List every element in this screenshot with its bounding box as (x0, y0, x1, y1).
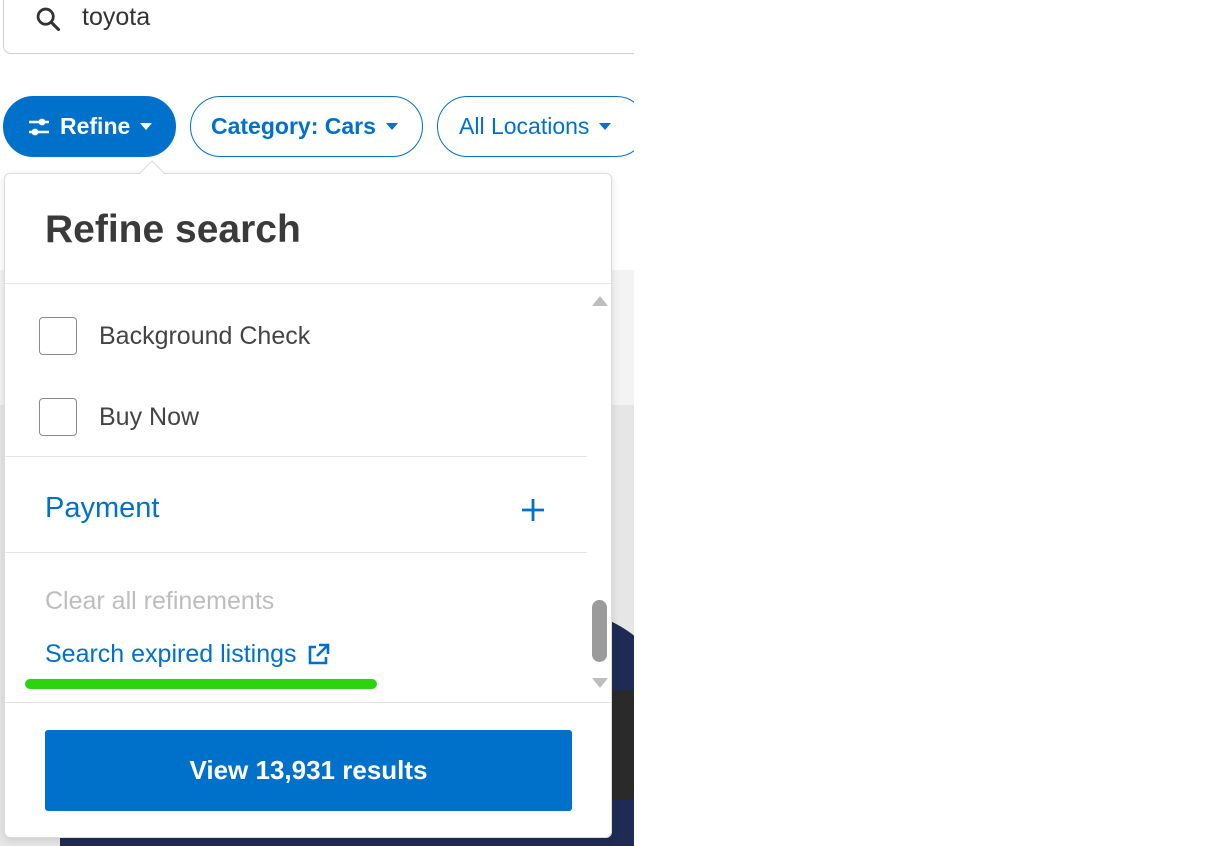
search-expired-listings-link[interactable]: Search expired listings (45, 640, 331, 669)
panel-title: Refine search (45, 208, 301, 251)
refine-search-panel: Refine search Background Check Buy Now P… (4, 160, 612, 838)
option-label: Buy Now (99, 402, 200, 431)
payment-label: Payment (45, 492, 160, 524)
scroll-up-icon[interactable] (592, 296, 608, 306)
option-label: Background Check (99, 321, 311, 350)
background-check-checkbox[interactable] (39, 317, 77, 355)
option-background-check[interactable]: Background Check (39, 316, 310, 356)
refine-button[interactable]: Refine (3, 96, 176, 157)
search-icon (36, 7, 61, 32)
chevron-down-icon (599, 123, 612, 130)
chevron-down-icon (385, 123, 398, 130)
search-input[interactable] (82, 0, 582, 35)
refinement-list[interactable]: Background Check Buy Now Payment Clear a… (5, 284, 611, 702)
external-link-icon (308, 643, 329, 664)
panel-scrollbar[interactable] (589, 292, 611, 692)
payment-section-toggle[interactable]: Payment (45, 482, 555, 542)
chevron-down-icon (140, 123, 153, 130)
category-label: Category: Cars (211, 113, 376, 139)
buy-now-checkbox[interactable] (39, 398, 77, 436)
search-box[interactable] (3, 0, 634, 54)
expired-link-label: Search expired listings (45, 640, 297, 668)
divider (5, 456, 587, 457)
location-label: All Locations (459, 113, 590, 139)
divider (5, 552, 587, 553)
view-results-button[interactable]: View 13,931 results (45, 730, 572, 811)
divider (5, 702, 611, 703)
scroll-down-icon[interactable] (592, 678, 608, 688)
location-filter-button[interactable]: All Locations (437, 96, 634, 157)
sliders-icon (29, 118, 49, 135)
category-filter-button[interactable]: Category: Cars (190, 96, 423, 157)
panel-pointer (139, 160, 165, 186)
plus-icon (522, 499, 544, 521)
refine-label: Refine (60, 113, 131, 139)
highlight-annotation (25, 679, 377, 689)
app-window: Refine Category: Cars All Locations Refi… (0, 0, 634, 846)
scroll-thumb[interactable] (592, 600, 607, 662)
clear-all-refinements-link[interactable]: Clear all refinements (45, 587, 274, 616)
option-buy-now[interactable]: Buy Now (39, 397, 199, 437)
